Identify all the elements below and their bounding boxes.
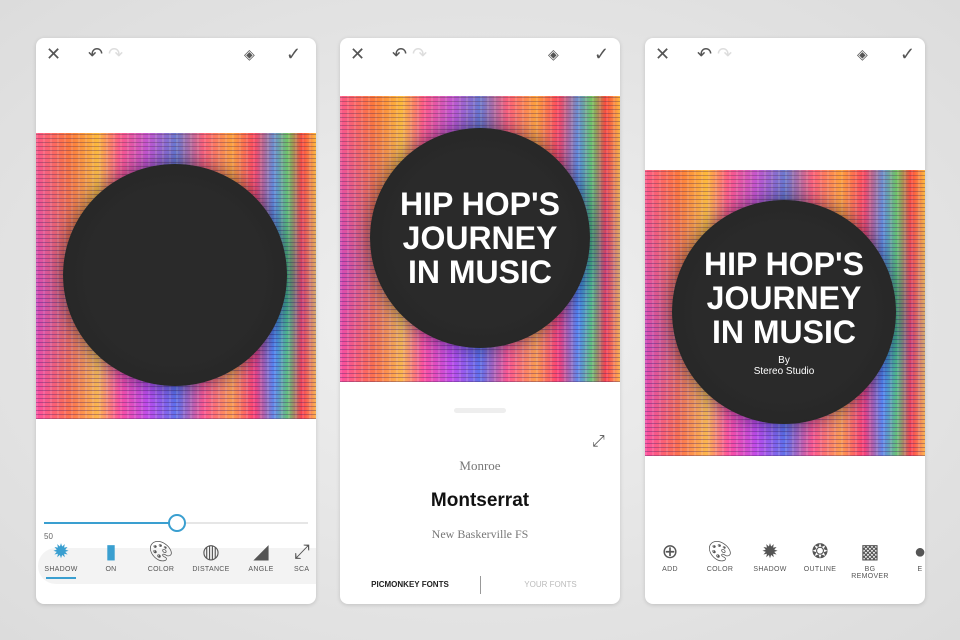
check-icon[interactable]: ✓ bbox=[900, 44, 915, 64]
circle-text-shape[interactable]: HIP HOP'S JOURNEY IN MUSIC bbox=[370, 128, 590, 348]
shadow-icon: ✹ bbox=[761, 541, 779, 563]
redo-icon[interactable]: ↷ bbox=[717, 44, 732, 64]
toggle-icon: ▮ bbox=[105, 541, 117, 563]
tool-outline[interactable]: ❂ OUTLINE bbox=[795, 538, 845, 594]
effects-icon: ● bbox=[913, 541, 925, 563]
layers-icon[interactable]: ◈ bbox=[548, 44, 559, 64]
undo-icon[interactable]: ↶ bbox=[88, 44, 103, 64]
layers-icon[interactable]: ◈ bbox=[857, 44, 868, 64]
drag-handle[interactable] bbox=[454, 408, 506, 413]
tool-bg-remover[interactable]: ▩ BG REMOVER bbox=[845, 538, 895, 594]
scale-icon: ⤢ bbox=[294, 541, 310, 563]
tab-picmonkey-fonts[interactable]: PICMONKEY FONTS bbox=[340, 580, 480, 589]
font-option-new-baskerville[interactable]: New Baskerville FS bbox=[340, 527, 620, 542]
phone-text-editor: ✕ ↶ ↷ ◈ ✓ HIP HOP'S JOURNEY IN MUSIC By … bbox=[645, 38, 925, 604]
tab-your-fonts[interactable]: YOUR FONTS bbox=[481, 580, 620, 589]
title-line: JOURNEY bbox=[706, 280, 862, 316]
shadow-slider[interactable] bbox=[44, 514, 308, 532]
tool-angle[interactable]: ◢ ANGLE bbox=[236, 538, 286, 594]
phone-shadow-editor: ✕ ↶ ↷ ◈ ✓ 50 ✹ SHADOW ▮ ON 🎨︎ COLOR ◍ DISTAN… bbox=[36, 38, 316, 604]
font-option-monroe[interactable]: Monroe bbox=[340, 458, 620, 474]
title-line: HIP HOP'S bbox=[704, 246, 864, 282]
byline-author: Stereo Studio bbox=[753, 366, 815, 377]
check-icon[interactable]: ✓ bbox=[594, 44, 609, 64]
distance-icon: ◍ bbox=[202, 541, 220, 563]
close-icon[interactable]: ✕ bbox=[350, 44, 365, 64]
close-icon[interactable]: ✕ bbox=[655, 44, 670, 64]
undo-icon[interactable]: ↶ bbox=[392, 44, 407, 64]
tool-effects[interactable]: ● E bbox=[895, 538, 925, 594]
shadow-icon: ✹ bbox=[52, 541, 70, 563]
undo-icon[interactable]: ↶ bbox=[697, 44, 712, 64]
palette-icon: 🎨︎ bbox=[148, 541, 174, 563]
top-bar: ✕ ↶ ↷ ◈ ✓ bbox=[340, 38, 620, 72]
tool-color[interactable]: 🎨︎ COLOR bbox=[695, 538, 745, 594]
add-icon: ⊕ bbox=[661, 541, 679, 563]
close-icon[interactable]: ✕ bbox=[46, 44, 61, 64]
slider-knob[interactable] bbox=[168, 514, 186, 532]
redo-icon[interactable]: ↷ bbox=[108, 44, 123, 64]
palette-icon: 🎨︎ bbox=[707, 541, 733, 563]
outline-icon: ❂ bbox=[811, 541, 829, 563]
tool-on[interactable]: ▮ ON bbox=[86, 538, 136, 594]
check-icon[interactable]: ✓ bbox=[286, 44, 301, 64]
layers-icon[interactable]: ◈ bbox=[244, 44, 255, 64]
tool-color[interactable]: 🎨︎ COLOR bbox=[136, 538, 186, 594]
circle-text-shape[interactable]: HIP HOP'S JOURNEY IN MUSIC By Stereo Stu… bbox=[672, 200, 896, 424]
expand-icon[interactable]: ⤢ bbox=[592, 432, 605, 452]
tool-shadow[interactable]: ✹ SHADOW bbox=[745, 538, 795, 594]
top-bar: ✕ ↶ ↷ ◈ ✓ bbox=[645, 38, 925, 72]
title-line: IN MUSIC bbox=[408, 254, 552, 290]
circle-shape[interactable] bbox=[63, 164, 287, 386]
redo-icon[interactable]: ↷ bbox=[412, 44, 427, 64]
angle-icon: ◢ bbox=[253, 541, 269, 563]
tool-distance[interactable]: ◍ DISTANCE bbox=[186, 538, 236, 594]
title-line: IN MUSIC bbox=[712, 314, 856, 350]
font-option-montserrat-selected[interactable]: Montserrat bbox=[340, 490, 620, 512]
tool-add[interactable]: ⊕ ADD bbox=[645, 538, 695, 594]
bg-remover-icon: ▩ bbox=[860, 541, 880, 563]
tool-scale[interactable]: ⤢ SCA bbox=[286, 538, 316, 594]
phone-font-picker: ✕ ↶ ↷ ◈ ✓ HIP HOP'S JOURNEY IN MUSIC ⤢ M… bbox=[340, 38, 620, 604]
tool-shadow[interactable]: ✹ SHADOW bbox=[36, 538, 86, 594]
title-line: JOURNEY bbox=[402, 220, 558, 256]
title-line: HIP HOP'S bbox=[400, 186, 560, 222]
byline: By bbox=[778, 355, 790, 366]
top-bar: ✕ ↶ ↷ ◈ ✓ bbox=[36, 38, 316, 72]
